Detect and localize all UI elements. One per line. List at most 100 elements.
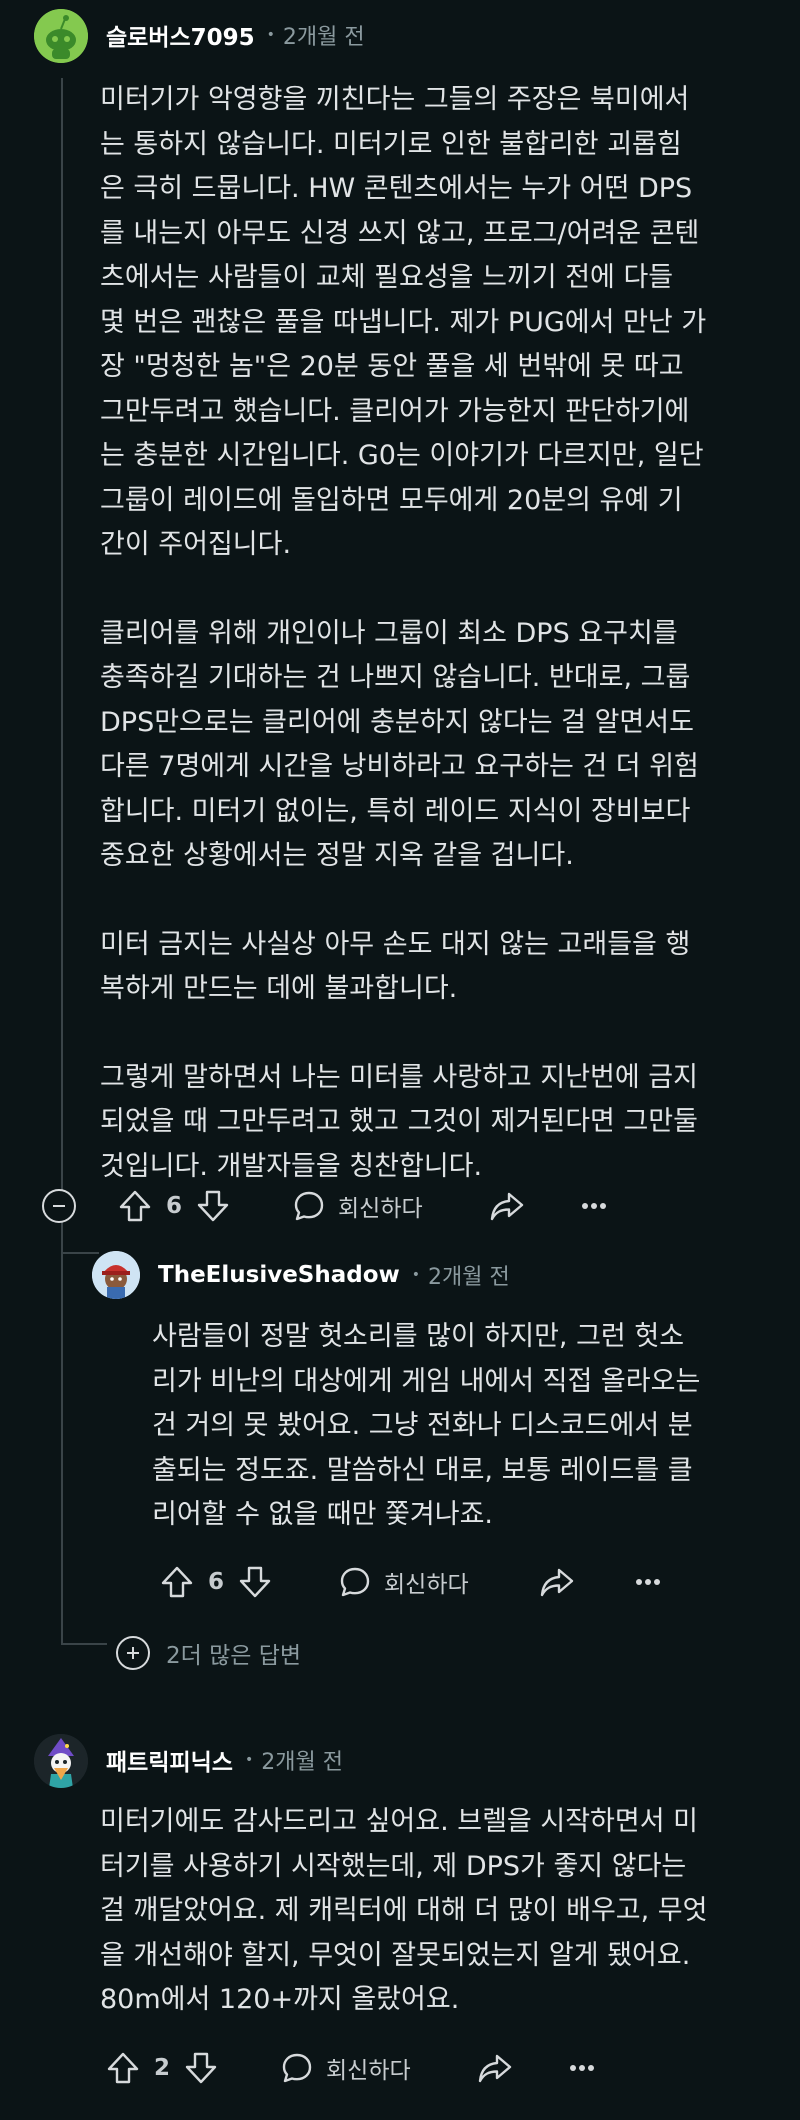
comment-actions: 6 회신하다 [160, 1558, 661, 1606]
reply-button[interactable]: 회신하다 [338, 1565, 469, 1599]
expand-button [116, 1636, 150, 1670]
collapse-button[interactable] [42, 1189, 76, 1223]
share-icon [478, 2054, 511, 2083]
more-dots-icon [581, 1203, 606, 1209]
separator-dot: • [244, 1752, 254, 1768]
comment-actions: 2 회신하다 [106, 2044, 595, 2092]
share-button[interactable] [489, 1189, 525, 1223]
separator-dot: • [411, 1267, 421, 1283]
minus-icon [53, 1205, 65, 1207]
downvote-icon [239, 1566, 271, 1598]
avatar[interactable] [34, 9, 88, 63]
comment-line: 사람들이 정말 헛소리를 많이 하지만, 그런 헛소 [152, 1321, 685, 1352]
upvote-button[interactable] [106, 2051, 140, 2085]
separator-dot: • [266, 27, 275, 43]
comment-line: 미터 금지는 사실상 아무 손도 대지 않는 고래들을 행 [100, 928, 691, 960]
wizard-avatar-icon [34, 1734, 88, 1788]
comment-actions: 6 회신하다 [42, 1182, 607, 1230]
comment-line: 그만두려고 했습니다. 클리어가 가능한지 판단하기에 [100, 395, 690, 427]
comment-body: 미터기에도 감사드리고 싶어요. 브렐을 시작하면서 미터기를 사용하기 시작했… [100, 1800, 707, 2023]
character-avatar-icon [92, 1251, 140, 1299]
upvote-icon [161, 1566, 193, 1598]
comment-line: 는 통하지 않습니다. 미터기로 인한 불합리한 괴롭힘 [100, 128, 682, 160]
username[interactable]: 패트릭피닉스 [106, 1743, 233, 1777]
more-dots-icon [569, 2065, 594, 2071]
comment-line: 터기를 사용하기 시작했는데, 제 DPS가 좋지 않다는 [100, 1850, 687, 1882]
author-row: 슬로버스7095 • 2개월 전 [106, 15, 365, 55]
vote-count: 6 [166, 1193, 183, 1219]
comment-line: 미터기에도 감사드리고 싶어요. 브렐을 시작하면서 미 [100, 1806, 698, 1837]
avatar[interactable] [92, 1251, 140, 1299]
downvote-button[interactable] [184, 2051, 218, 2085]
share-button[interactable] [539, 1565, 575, 1599]
comment-line: 그렇게 말하면서 나는 미터를 사랑하고 지난번에 금지 [100, 1061, 698, 1093]
plus-icon [127, 1647, 139, 1659]
comment-line: 장 "멍청한 놈"은 20분 동안 풀을 세 번밖에 못 따고 [100, 351, 684, 382]
reply-button[interactable]: 회신하다 [280, 2051, 411, 2085]
comment-line: 출되는 정도죠. 말씀하신 대로, 보통 레이드를 클 [152, 1454, 693, 1486]
thread-line-more [61, 1643, 107, 1645]
more-options-button[interactable] [635, 1578, 661, 1586]
comment-line: 리가 비난의 대상에게 게임 내에서 직접 올라오는 [152, 1365, 701, 1397]
upvote-button[interactable] [118, 1189, 152, 1223]
reply-label: 회신하다 [384, 1572, 469, 1598]
comment-line: DPS만으로는 클리어에 충분하지 않다는 걸 알면서도 [100, 706, 694, 738]
more-dots-icon [635, 1579, 660, 1585]
comment-body: 사람들이 정말 헛소리를 많이 하지만, 그런 헛소리가 비난의 대상에게 게임… [152, 1315, 700, 1538]
comment-line: 충족하길 기대하는 건 나쁘지 않습니다. 반대로, 그룹 [100, 662, 691, 693]
comment-line: 는 충분한 시간입니다. G0는 이야기가 다르지만, 일단 [100, 440, 704, 471]
reddit-snoo-icon [34, 9, 88, 63]
downvote-icon [197, 1190, 229, 1222]
reply-button[interactable]: 회신하다 [292, 1189, 423, 1223]
comment-line: 은 극히 드뭅니다. HW 콘텐츠에서는 누가 어떤 DPS [100, 173, 693, 204]
comment-bubble-icon [294, 1191, 324, 1221]
comment-line: 간이 주어집니다. [100, 529, 292, 560]
share-icon [490, 1192, 523, 1221]
username[interactable]: 슬로버스7095 [106, 18, 255, 52]
downvote-button[interactable] [196, 1189, 230, 1223]
comment-body: 미터기가 악영향을 끼친다는 그들의 주장은 북미에서는 통하지 않습니다. 미… [100, 78, 706, 1189]
comment-line: 미터기가 악영향을 끼친다는 그들의 주장은 북미에서 [100, 84, 690, 115]
upvote-button[interactable] [160, 1565, 194, 1599]
more-replies-label: 2더 많은 답변 [166, 1643, 302, 1669]
comment-line: 클리어를 위해 개인이나 그룹이 최소 DPS 요구치를 [100, 617, 678, 649]
comment-line: 되었을 때 그만두려고 했고 그것이 제거된다면 그만둘 [100, 1106, 698, 1137]
thread-line [61, 78, 63, 1645]
timestamp: 2개월 전 [428, 1265, 510, 1290]
comment-line: 를 내는지 아무도 신경 쓰지 않고, 프로그/어려운 콘텐 [100, 217, 700, 249]
comment-line: 리어할 수 없을 때만 쫓겨나죠. [152, 1499, 493, 1530]
upvote-icon [119, 1190, 151, 1222]
comment-line: 건 거의 못 봤어요. 그냥 전화나 디스코드에서 분 [152, 1410, 693, 1441]
comment-line: 을 개선해야 할지, 무엇이 잘못되었는지 알게 됐어요. [100, 1939, 691, 1971]
share-button[interactable] [477, 2051, 513, 2085]
avatar[interactable] [34, 1734, 88, 1788]
downvote-icon [185, 2052, 217, 2084]
upvote-icon [107, 2052, 139, 2084]
more-options-button[interactable] [569, 2064, 595, 2072]
comment-line: 합니다. 미터기 없이는, 특히 레이드 지식이 장비보다 [100, 795, 691, 827]
vote-count: 2 [154, 2055, 171, 2081]
username[interactable]: TheElusiveShadow [158, 1262, 400, 1288]
author-row: 패트릭피닉스 • 2개월 전 [106, 1740, 343, 1780]
comment-line: 다른 7명에게 시간을 낭비하라고 요구하는 건 더 위험 [100, 751, 699, 782]
comment-line: 80m에서 120+까지 올랐어요. [100, 1984, 460, 2015]
comment-bubble-icon [282, 2053, 312, 2083]
timestamp: 2개월 전 [261, 1750, 343, 1775]
reply-label: 회신하다 [326, 2058, 411, 2084]
timestamp: 2개월 전 [282, 25, 365, 50]
more-replies-button[interactable]: 2더 많은 답변 [116, 1636, 301, 1670]
comment-line: 그룹이 레이드에 돌입하면 모두에게 20분의 유예 기 [100, 484, 683, 516]
share-icon [540, 1568, 573, 1597]
reply-label: 회신하다 [338, 1196, 423, 1222]
vote-count: 6 [208, 1569, 225, 1595]
comment-line: 츠에서는 사람들이 교체 필요성을 느끼기 전에 다들 [100, 262, 674, 293]
comment-line: 몇 번은 괜찮은 풀을 따냅니다. 제가 PUG에서 만난 가 [100, 306, 707, 338]
comment-line: 복하게 만드는 데에 불과합니다. [100, 973, 458, 1004]
thread-line-branch [61, 1252, 99, 1254]
author-row: TheElusiveShadow • 2개월 전 [158, 1255, 510, 1295]
comment-line: 걸 깨달았어요. 제 캐릭터에 대해 더 많이 배우고, 무엇 [100, 1895, 708, 1926]
more-options-button[interactable] [581, 1202, 607, 1210]
downvote-button[interactable] [238, 1565, 272, 1599]
